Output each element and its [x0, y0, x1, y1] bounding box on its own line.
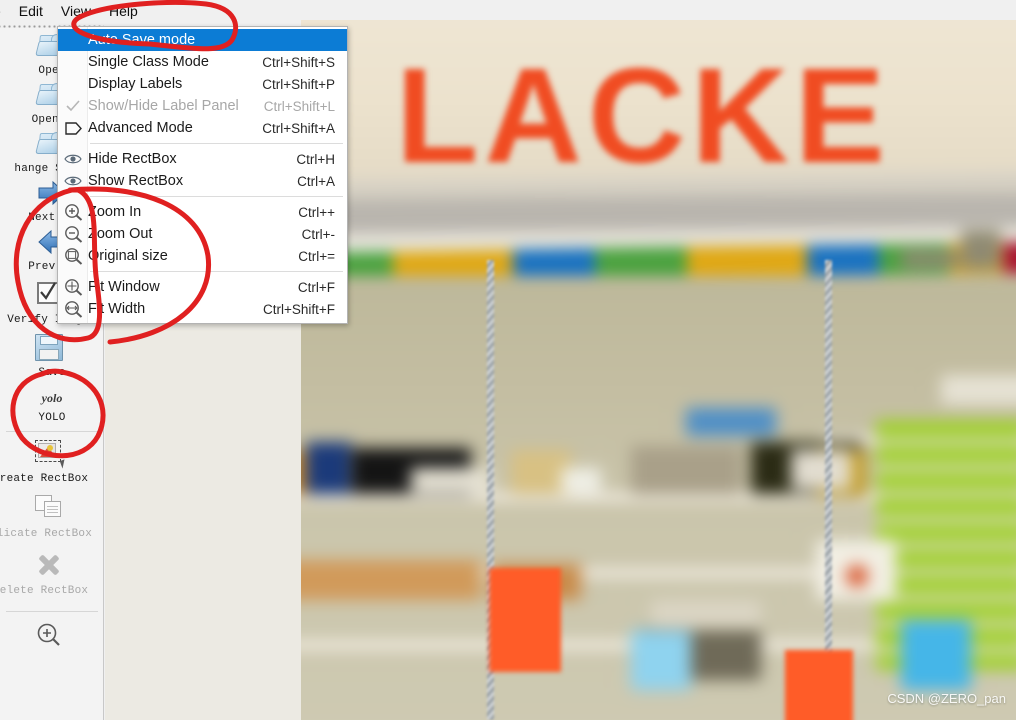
view-dropdown-menu[interactable]: Auto Save mode Single Class Mode Ctrl+Sh… [57, 26, 348, 324]
toolbar-delete-rectbox-label: elete RectBox [0, 585, 89, 597]
menu-item-fit-width[interactable]: Fit Width Ctrl+Shift+F [58, 298, 347, 320]
photo-product [561, 468, 601, 494]
toolbar-separator [5, 431, 98, 432]
menu-item-label: Original size [88, 248, 168, 264]
menu-item-label: Advanced Mode [88, 120, 193, 136]
zoom-in-icon [35, 622, 69, 652]
menu-item-shortcut: Ctrl+= [298, 248, 335, 264]
photo-product [306, 442, 352, 494]
photo-product [941, 375, 1016, 405]
menu-file[interactable]: e [0, 1, 10, 21]
eye-icon [58, 153, 88, 165]
photo-product [961, 230, 1001, 270]
photo-price-tag [489, 568, 561, 672]
menu-item-display-labels[interactable]: Display Labels Ctrl+Shift+P [58, 73, 347, 95]
menu-item-shortcut: Ctrl+Shift+A [262, 120, 335, 136]
menu-item-zoom-out[interactable]: Zoom Out Ctrl+- [58, 223, 347, 245]
toolbar-create-rectbox[interactable]: reate RectBox [0, 436, 103, 485]
menu-item-show-rectbox[interactable]: Show RectBox Ctrl+A [58, 170, 347, 192]
delete-rectbox-icon [35, 552, 69, 582]
labelimg-window: e Edit View Help [0, 0, 1016, 720]
menu-item-show-hide-label-panel[interactable]: Show/Hide Label Panel Ctrl+Shift+L [58, 95, 347, 117]
toolbar-save[interactable]: Save [0, 326, 103, 379]
toolbar-duplicate-rectbox-label: plicate RectBox [0, 528, 93, 540]
zoom-in-icon [58, 203, 88, 221]
menu-item-shortcut: Ctrl+Shift+S [262, 54, 335, 70]
menu-item-label: Zoom In [88, 204, 142, 220]
menu-edit[interactable]: Edit [10, 1, 52, 21]
menu-item-shortcut: Ctrl+H [296, 151, 335, 167]
fit-window-icon [58, 278, 88, 296]
photo-product [791, 450, 851, 490]
menu-item-shortcut: Ctrl+F [297, 279, 335, 295]
toolbar-zoom-in[interactable] [0, 616, 103, 652]
photo-product [631, 446, 741, 494]
watermark: CSDN @ZERO_pan [887, 691, 1006, 706]
menu-item-label: Hide RectBox [88, 151, 177, 167]
photo-product [901, 620, 971, 690]
menu-item-label: Single Class Mode [88, 54, 209, 70]
menu-item-single-class-mode[interactable]: Single Class Mode Ctrl+Shift+S [58, 51, 347, 73]
zoom-original-icon [58, 247, 88, 265]
menu-item-shortcut: Ctrl++ [298, 204, 335, 220]
create-rectbox-icon [35, 440, 69, 470]
photo-product [901, 250, 961, 268]
toolbar-save-label: Save [38, 367, 66, 379]
photo-product [651, 600, 761, 626]
photo-sign-text: LACKE [396, 40, 891, 191]
menu-item-label: Fit Window [88, 279, 160, 295]
floppy-save-icon [35, 334, 69, 364]
menu-item-shortcut: Ctrl+Shift+F [262, 301, 335, 317]
photo-product [631, 630, 691, 690]
menu-item-shortcut: Ctrl+- [301, 226, 335, 242]
yolo-icon: yolo [41, 390, 63, 405]
menu-view[interactable]: View [52, 1, 100, 21]
annotation-image[interactable]: LACKE CSDN @ZERO_pan [301, 20, 1016, 720]
menu-item-original-size[interactable]: Original size Ctrl+= [58, 245, 347, 267]
menu-bar: e Edit View Help [0, 0, 300, 22]
menu-item-label: Show/Hide Label Panel [88, 98, 239, 114]
menu-item-advanced-mode[interactable]: Advanced Mode Ctrl+Shift+A [58, 117, 347, 139]
toolbar-separator [5, 611, 98, 612]
menu-item-label: Fit Width [88, 301, 146, 317]
eye-icon [58, 175, 88, 187]
photo-stripe [686, 243, 808, 280]
photo-product [411, 468, 491, 494]
photo-product [301, 560, 481, 600]
menu-item-shortcut: Ctrl+A [297, 173, 335, 189]
toolbar-create-rectbox-label: reate RectBox [0, 473, 89, 485]
menu-divider [90, 143, 343, 144]
menu-item-fit-window[interactable]: Fit Window Ctrl+F [58, 276, 347, 298]
check-icon [58, 100, 88, 112]
menu-item-auto-save-mode[interactable]: Auto Save mode [58, 29, 347, 51]
fit-width-icon [58, 300, 88, 318]
toolbar-yolo-format[interactable]: yolo YOLO [0, 379, 103, 425]
menu-item-shortcut: Ctrl+Shift+P [262, 76, 335, 92]
menu-item-label: Show RectBox [88, 173, 184, 189]
toolbar-yolo-label: YOLO [38, 412, 66, 424]
photo-price-tag [785, 650, 853, 720]
menu-item-zoom-in[interactable]: Zoom In Ctrl++ [58, 201, 347, 223]
duplicate-rectbox-icon [35, 495, 69, 525]
menu-divider [90, 196, 343, 197]
zoom-out-icon [58, 225, 88, 243]
photo-product [686, 408, 776, 436]
menu-divider [90, 271, 343, 272]
menu-item-shortcut: Ctrl+Shift+L [263, 98, 335, 114]
photo-stripe [806, 241, 880, 278]
photo-stripe [1002, 238, 1016, 274]
menu-item-label: Display Labels [88, 76, 183, 92]
toolbar-duplicate-rectbox[interactable]: plicate RectBox [0, 485, 103, 540]
menu-item-label: Zoom Out [88, 226, 153, 242]
menu-help[interactable]: Help [100, 1, 147, 21]
menu-item-hide-rectbox[interactable]: Hide RectBox Ctrl+H [58, 148, 347, 170]
menu-item-label: Auto Save mode [88, 32, 196, 48]
photo-product [846, 565, 868, 587]
toolbar-delete-rectbox[interactable]: elete RectBox [0, 540, 103, 597]
tag-icon [58, 121, 88, 135]
